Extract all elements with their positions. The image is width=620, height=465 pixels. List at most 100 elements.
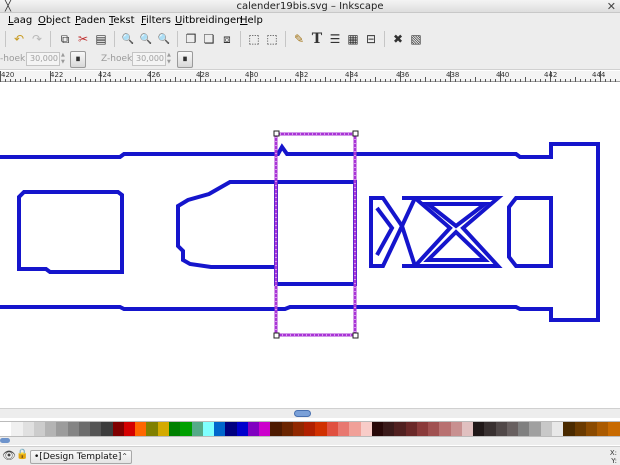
unlink-clone-icon[interactable]: ⧈ [219, 31, 235, 47]
layers-icon[interactable]: ☰ [327, 31, 343, 47]
color-swatch[interactable] [123, 422, 136, 436]
center-rect[interactable] [274, 180, 357, 286]
palette-scrollbar-thumb[interactable] [0, 438, 10, 443]
clone-icon[interactable]: ❏ [201, 31, 217, 47]
lock-icon[interactable]: 🔒 [16, 449, 28, 460]
right-octagon-shape[interactable] [507, 196, 553, 268]
left-rounded-rect[interactable] [17, 190, 124, 274]
palette-scrollbar[interactable] [0, 437, 620, 445]
selection-handle[interactable] [352, 130, 359, 137]
color-swatch[interactable] [484, 422, 496, 436]
zoom-drawing-icon[interactable]: 🔍 [138, 31, 154, 47]
color-swatch[interactable] [349, 422, 361, 436]
color-swatch[interactable] [597, 422, 609, 436]
menu-object[interactable]: Object [38, 14, 71, 27]
color-swatch[interactable] [506, 422, 519, 436]
color-swatch[interactable] [135, 422, 147, 436]
color-swatch[interactable] [292, 422, 305, 436]
color-swatch[interactable] [326, 422, 338, 436]
xml-editor-icon[interactable]: ▦ [345, 31, 361, 47]
menu-filters[interactable]: Filters [141, 14, 171, 27]
color-swatch[interactable] [56, 422, 68, 436]
color-swatch[interactable] [11, 422, 23, 436]
color-swatch[interactable] [247, 422, 260, 436]
fill-stroke-icon[interactable]: ✎ [291, 31, 307, 47]
color-swatch[interactable] [168, 422, 181, 436]
y-angle-spinner[interactable]: ▲ ▼ [61, 52, 69, 66]
align-distribute-icon[interactable]: ⊟ [363, 31, 379, 47]
color-swatch[interactable] [180, 422, 192, 436]
text-font-icon[interactable]: T [309, 31, 325, 47]
color-swatch[interactable] [157, 422, 169, 436]
color-swatch[interactable] [371, 422, 384, 436]
color-swatch[interactable] [552, 422, 564, 436]
z-angle-spinner[interactable]: ▲ ▼ [167, 52, 175, 66]
color-swatch[interactable] [270, 422, 282, 436]
color-swatch[interactable] [337, 422, 350, 436]
scrollbar-thumb[interactable] [294, 410, 311, 417]
color-swatch[interactable] [518, 422, 530, 436]
redo-icon[interactable]: ↷ [29, 31, 45, 47]
color-swatch[interactable] [90, 422, 102, 436]
color-swatch[interactable] [112, 422, 124, 436]
color-swatch[interactable] [33, 422, 46, 436]
x-pattern-left[interactable] [369, 196, 405, 268]
color-swatch[interactable] [416, 422, 429, 436]
y-angle-input[interactable]: 30,000 [26, 52, 60, 66]
color-swatch[interactable] [214, 422, 226, 436]
color-swatch[interactable] [450, 422, 462, 436]
color-swatch[interactable] [236, 422, 248, 436]
eye-icon[interactable]: 👁 [2, 449, 16, 462]
menu-uitbreidingen[interactable]: Uitbreidingen [175, 14, 243, 27]
selection-handle[interactable] [273, 130, 280, 137]
color-swatch[interactable] [360, 422, 372, 436]
ungroup-icon[interactable]: ⬚ [264, 31, 280, 47]
color-swatch[interactable] [101, 422, 113, 436]
document-properties-icon[interactable]: ▧ [408, 31, 424, 47]
color-swatch[interactable] [315, 422, 327, 436]
z-angle-input[interactable]: 30,000 [132, 52, 166, 66]
color-swatch[interactable] [259, 422, 271, 436]
x-pattern-middle-bottom[interactable] [423, 229, 490, 262]
x-pattern-left-diagonal[interactable] [399, 196, 419, 268]
color-swatch[interactable] [191, 422, 203, 436]
paste-icon[interactable]: ▤ [93, 31, 109, 47]
color-swatch[interactable] [574, 422, 586, 436]
color-swatch[interactable] [563, 422, 575, 436]
drawing-canvas[interactable] [0, 82, 620, 408]
selection-handle[interactable] [273, 332, 280, 339]
horizontal-ruler[interactable]: 420 422 424 426 428 430 432 434 436 438 … [0, 71, 620, 82]
duplicate-icon[interactable]: ❐ [183, 31, 199, 47]
color-swatch[interactable] [461, 422, 474, 436]
menu-laag[interactable]: Laag [8, 14, 32, 27]
color-swatch[interactable] [45, 422, 57, 436]
zoom-page-icon[interactable]: 🔍 [156, 31, 172, 47]
color-swatch[interactable] [428, 422, 440, 436]
color-swatch[interactable] [405, 422, 417, 436]
color-swatch[interactable] [394, 422, 406, 436]
zoom-selection-icon[interactable]: 🔍 [120, 31, 136, 47]
color-swatch[interactable] [383, 422, 395, 436]
color-swatch[interactable] [225, 422, 237, 436]
horizontal-scrollbar[interactable] [0, 408, 620, 418]
menu-tekst[interactable]: Tekst [109, 14, 135, 27]
selection-handle[interactable] [352, 332, 359, 339]
menu-paden[interactable]: Paden [75, 14, 106, 27]
drawing[interactable] [0, 82, 620, 408]
y-angle-toggle-button[interactable]: ⏸ [70, 51, 86, 68]
menu-help[interactable]: Help [240, 14, 263, 27]
color-swatch[interactable] [22, 422, 34, 436]
cut-icon[interactable]: ✂ [75, 31, 91, 47]
color-swatch[interactable] [529, 422, 541, 436]
color-swatch[interactable] [0, 422, 12, 436]
layer-select[interactable]: •[Design Template] ⌃ [30, 450, 132, 464]
color-swatch[interactable] [439, 422, 451, 436]
close-icon[interactable]: ✕ [607, 0, 616, 13]
color-swatch[interactable] [78, 422, 91, 436]
color-swatch[interactable] [304, 422, 316, 436]
z-angle-toggle-button[interactable]: ⏸ [177, 51, 193, 68]
undo-icon[interactable]: ↶ [11, 31, 27, 47]
color-swatch[interactable] [146, 422, 158, 436]
color-swatch[interactable] [202, 422, 215, 436]
color-swatch[interactable] [67, 422, 79, 436]
